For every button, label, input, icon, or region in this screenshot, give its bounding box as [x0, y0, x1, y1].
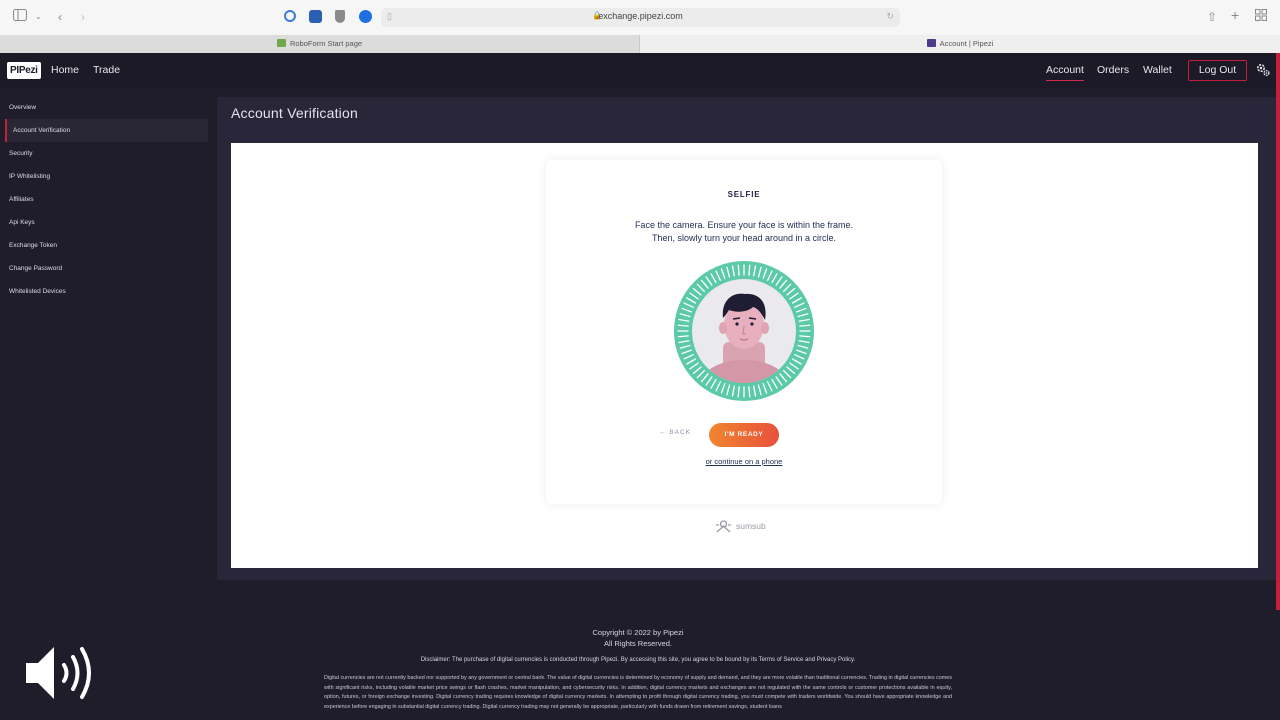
- site-nav: PIPezi Home Trade Account Orders Wallet …: [0, 53, 1280, 88]
- nav-home[interactable]: Home: [51, 63, 79, 78]
- footer-legal-text: Digital currencies are not currently bac…: [324, 675, 952, 710]
- selfie-illustration: [673, 260, 815, 402]
- tab-label: RoboForm Start page: [289, 39, 363, 48]
- nav-orders[interactable]: Orders: [1097, 63, 1129, 78]
- account-sidebar: Overview Account Verification Security I…: [0, 96, 210, 303]
- instruction-line: Face the camera. Ensure your face is wit…: [634, 220, 854, 230]
- sidebar-item-account-verification[interactable]: Account Verification: [5, 119, 208, 142]
- tab-bar: RoboForm Start page Account | Pipezi: [0, 35, 1280, 53]
- sumsub-logo-icon: [715, 520, 732, 533]
- check-icon[interactable]: [359, 10, 372, 23]
- logout-button[interactable]: Log Out: [1188, 60, 1247, 81]
- page-title: Account Verification: [231, 105, 358, 121]
- ring-tick: [748, 386, 751, 398]
- sidebar-item-ip-whitelisting[interactable]: IP Whitelisting: [0, 165, 210, 188]
- speaker-icon: [22, 641, 98, 705]
- extension-icon[interactable]: [284, 10, 296, 22]
- selfie-instructions: Face the camera. Ensure your face is wit…: [546, 219, 942, 245]
- url-text: exchange.pipezi.com: [598, 11, 683, 21]
- sidebar-item-affiliates[interactable]: Affiliates: [0, 188, 210, 211]
- copyright-text: Copyright © 2022 by Pipezi: [592, 628, 684, 637]
- arrow-left-icon: ←: [659, 429, 670, 436]
- pipezi-favicon-icon: [926, 39, 936, 47]
- footer: Copyright © 2022 by Pipezi All Rights Re…: [0, 592, 1276, 720]
- sidebar-item-change-password[interactable]: Change Password: [0, 257, 210, 280]
- ring-tick: [748, 264, 751, 276]
- share-icon[interactable]: ⇧: [1207, 9, 1217, 25]
- nav-wallet[interactable]: Wallet: [1143, 63, 1172, 78]
- ring-tick: [677, 335, 689, 338]
- tab-roboform[interactable]: RoboForm Start page: [0, 35, 640, 53]
- gear-icon[interactable]: [1255, 62, 1271, 78]
- sidebar-icon[interactable]: [13, 9, 27, 25]
- nav-trade[interactable]: Trade: [93, 63, 120, 78]
- scroll-accent: [1276, 53, 1280, 610]
- chevron-down-icon[interactable]: ⌄: [35, 9, 42, 25]
- back-label: BACK: [669, 429, 692, 436]
- selfie-card: SELFIE Face the camera. Ensure your face…: [546, 160, 942, 504]
- roboform-icon: [276, 39, 286, 47]
- ring-tick: [799, 324, 811, 327]
- back-button[interactable]: ← BACK: [659, 429, 691, 436]
- instruction-line: Then, slowly turn your head around in a …: [651, 233, 837, 243]
- verification-frame: SELFIE Face the camera. Ensure your face…: [231, 143, 1258, 568]
- forward-icon[interactable]: ›: [81, 9, 85, 25]
- ring-tick: [799, 335, 811, 338]
- footer-copyright: Copyright © 2022 by Pipezi All Rights Re…: [0, 627, 1276, 649]
- sidebar-item-security[interactable]: Security: [0, 142, 210, 165]
- tab-label: Account | Pipezi: [939, 39, 994, 48]
- plus-icon[interactable]: +: [1231, 7, 1239, 23]
- ring-tick: [737, 264, 740, 276]
- logo[interactable]: PIPezi: [7, 62, 41, 79]
- sidebar-item-whitelisted-devices[interactable]: Whitelisted Devices: [0, 280, 210, 303]
- sidebar-item-exchange-token[interactable]: Exchange Token: [0, 234, 210, 257]
- back-icon[interactable]: ‹: [58, 9, 62, 25]
- shield-icon[interactable]: [335, 10, 345, 23]
- sumsub-text: sumsub: [736, 521, 766, 531]
- extension-icon[interactable]: [309, 10, 322, 23]
- im-ready-button[interactable]: I'M READY: [709, 423, 779, 447]
- sumsub-branding: sumsub: [715, 520, 775, 534]
- tab-account[interactable]: Account | Pipezi: [640, 35, 1280, 53]
- sidebar-item-api-keys[interactable]: Api Keys: [0, 211, 210, 234]
- main-panel: Account Verification SELFIE Face the cam…: [217, 97, 1276, 580]
- reload-icon[interactable]: ↻: [886, 11, 894, 22]
- grid-icon[interactable]: [1255, 9, 1267, 25]
- sidebar-item-overview[interactable]: Overview: [0, 96, 210, 119]
- ring-tick: [737, 386, 740, 398]
- rights-text: All Rights Reserved.: [604, 639, 672, 648]
- footer-disclaimer: Disclaimer: The purchase of digital curr…: [420, 657, 856, 663]
- card-title: SELFIE: [727, 190, 761, 199]
- card-actions: ← BACK I'M READY: [546, 423, 942, 447]
- continue-on-phone-link[interactable]: or continue on a phone: [546, 457, 942, 466]
- ring-tick: [677, 324, 689, 327]
- nav-account[interactable]: Account: [1046, 63, 1084, 81]
- address-bar[interactable]: ▯ 🔒 exchange.pipezi.com ↻: [381, 8, 900, 27]
- browser-toolbar: ⌄ ‹ › ▯ 🔒 exchange.pipezi.com ↻ ⇧ +: [0, 0, 1280, 35]
